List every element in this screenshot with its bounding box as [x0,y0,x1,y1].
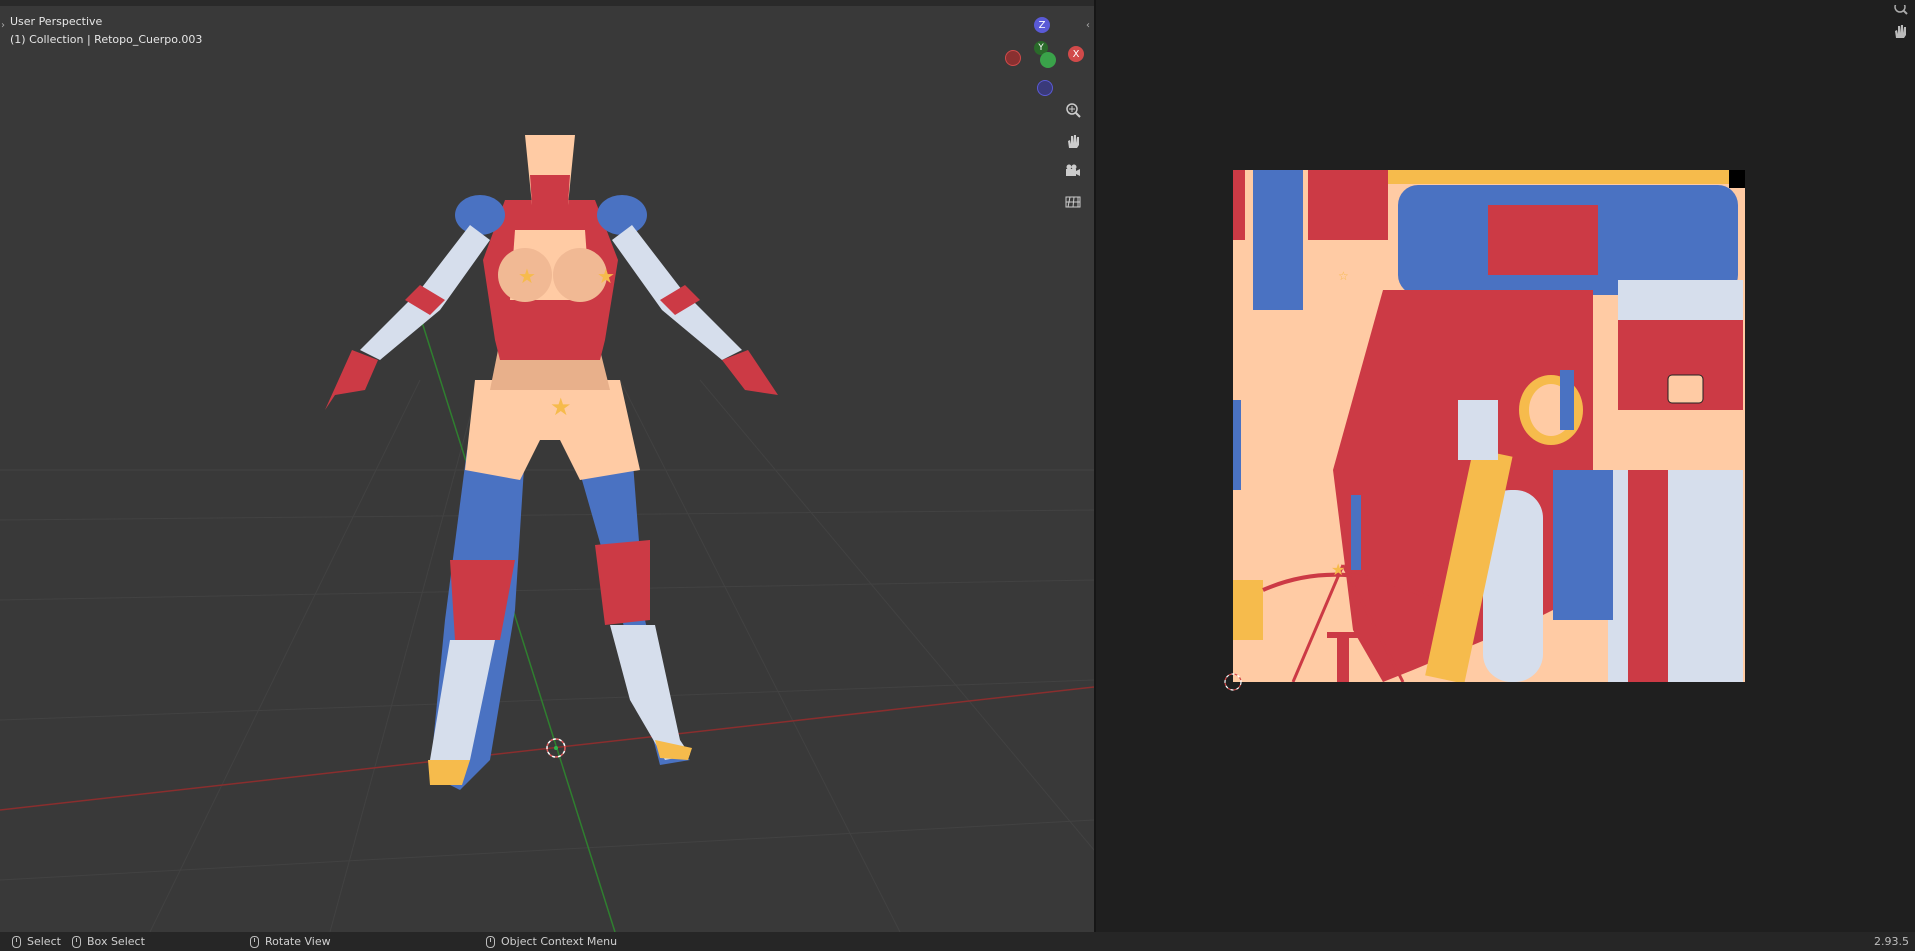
character-mesh: ★ ★ ★ [325,135,778,790]
gizmo-y-label: Y [1038,43,1044,53]
gizmo-z-label: Z [1038,19,1046,31]
gizmo-x-axis[interactable]: X [1068,46,1084,62]
zoom-icon[interactable] [1060,97,1086,123]
uv-texture-image[interactable]: ★ ☆ [1233,170,1745,682]
camera-icon[interactable] [1060,158,1086,184]
status-box-select: Box Select [72,935,145,948]
blender-version: 2.93.5 [1874,935,1909,948]
status-box-select-label: Box Select [87,935,145,948]
svg-text:☆: ☆ [1338,269,1349,283]
status-rotate-view-label: Rotate View [265,935,331,948]
mouse-left-icon [12,935,21,948]
texture-map: ★ ☆ [1233,170,1745,682]
gizmo-z-axis[interactable]: Z [1034,17,1050,33]
svg-text:★: ★ [518,264,536,288]
hand-pan-icon[interactable] [1891,22,1909,44]
gizmo-x-label: X [1072,48,1080,60]
gizmo-neg-y-axis[interactable] [1040,52,1056,68]
zoom-icon[interactable] [1893,0,1909,19]
status-context-menu: Object Context Menu [486,935,617,948]
ortho-grid-icon[interactable] [1060,188,1086,214]
status-rotate-view: Rotate View [250,935,331,948]
gizmo-neg-x-axis[interactable] [1005,50,1021,66]
status-select: Select [12,935,61,948]
svg-text:★: ★ [1331,560,1345,579]
status-context-menu-label: Object Context Menu [501,935,618,948]
3d-viewport[interactable]: › User Perspective (1) Collection | Reto… [0,0,1094,932]
status-select-label: Select [27,935,61,948]
gizmo-neg-z-axis[interactable] [1037,80,1053,96]
svg-text:★: ★ [550,393,572,421]
status-bar: Select Box Select Rotate View Object Con… [0,932,1915,951]
image-editor[interactable]: ★ ☆ [1096,0,1915,932]
2d-cursor [1224,673,1242,691]
viewport-grid-scene: ★ ★ ★ [0,135,1094,932]
mouse-drag-icon [72,935,81,948]
mouse-middle-icon [250,935,259,948]
mouse-right-icon [486,935,495,948]
svg-text:★: ★ [597,264,615,288]
hand-pan-icon[interactable] [1060,128,1086,154]
